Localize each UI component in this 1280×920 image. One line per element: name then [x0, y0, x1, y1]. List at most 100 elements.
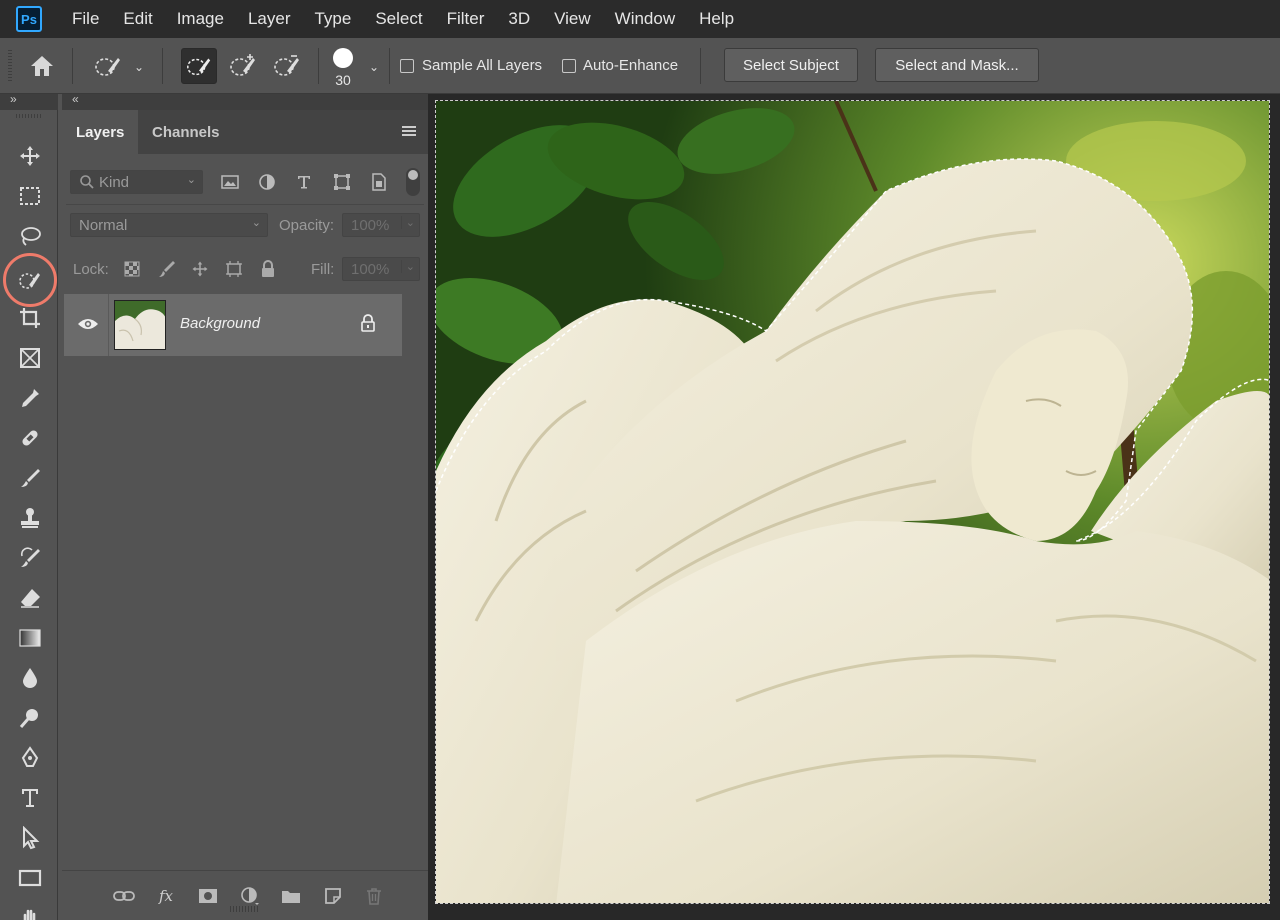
layer-row[interactable]: Background [64, 294, 402, 356]
move-icon [192, 261, 208, 277]
add-to-selection-button[interactable] [225, 48, 261, 84]
lock-artboard-button[interactable] [224, 259, 244, 279]
tab-channels[interactable]: Channels [138, 110, 234, 154]
lock-position-button[interactable] [190, 259, 210, 279]
layer-thumbnail[interactable] [114, 300, 166, 350]
collapse-panel-icon[interactable]: « [72, 92, 79, 106]
search-icon [80, 175, 94, 189]
home-icon [31, 56, 53, 76]
new-layer-button[interactable] [321, 885, 345, 907]
eraser-tool[interactable] [14, 582, 46, 614]
visibility-eye-icon[interactable] [76, 312, 100, 336]
path-selection-tool[interactable] [14, 822, 46, 854]
filter-toggle[interactable] [406, 168, 420, 196]
layer-filter-select[interactable]: Kind ⌄ [70, 170, 203, 194]
delete-layer-button[interactable] [362, 885, 386, 907]
expand-toolbar-icon[interactable]: » [10, 92, 17, 106]
hand-tool[interactable] [14, 902, 46, 920]
healing-brush-tool[interactable] [14, 422, 46, 454]
brush-tool[interactable] [14, 462, 46, 494]
clone-stamp-tool[interactable] [14, 502, 46, 534]
fill-field[interactable]: 100% ⌄ [342, 257, 420, 281]
new-group-button[interactable] [279, 885, 303, 907]
options-bar-grip[interactable] [8, 50, 12, 82]
marquee-tool[interactable] [14, 180, 46, 212]
history-brush-tool[interactable] [14, 542, 46, 574]
menu-edit[interactable]: Edit [111, 0, 164, 38]
auto-enhance-checkbox[interactable] [562, 59, 576, 73]
lock-image-pixels-button[interactable] [157, 259, 177, 279]
cursor-arrow-icon [23, 826, 40, 850]
sample-all-layers-checkbox[interactable] [400, 59, 414, 73]
menu-select[interactable]: Select [363, 0, 434, 38]
blend-mode-select[interactable]: Normal ⌄ [70, 213, 268, 237]
image-icon [221, 175, 239, 189]
dodge-tool[interactable] [14, 702, 46, 734]
crop-tool[interactable] [14, 302, 46, 334]
type-tool[interactable] [14, 782, 46, 814]
filter-type-layers-button[interactable] [294, 172, 314, 192]
mask-icon [199, 889, 217, 903]
tool-preset-picker[interactable] [90, 48, 126, 84]
quick-selection-icon [19, 273, 40, 289]
opacity-field[interactable]: 100% ⌄ [342, 213, 420, 237]
rectangle-tool[interactable] [14, 862, 46, 894]
panel-header: « [62, 92, 428, 110]
menu-image[interactable]: Image [165, 0, 236, 38]
layer-lock-icon[interactable] [360, 314, 376, 337]
blur-tool[interactable] [14, 662, 46, 694]
filter-adjustment-layers-button[interactable] [257, 172, 277, 192]
select-subject-button[interactable]: Select Subject [724, 48, 858, 82]
brush-preview[interactable] [333, 48, 353, 68]
filter-smart-objects-button[interactable] [369, 172, 389, 192]
menu-window[interactable]: Window [603, 0, 687, 38]
blend-mode-value: Normal [79, 216, 128, 234]
new-selection-button[interactable] [181, 48, 217, 84]
toolbar-grip[interactable] [16, 114, 42, 118]
auto-enhance-label: Auto-Enhance [583, 57, 679, 74]
shape-icon [334, 174, 350, 190]
subtract-from-selection-button[interactable] [269, 48, 305, 84]
link-layers-button[interactable] [112, 885, 136, 907]
lasso-tool[interactable] [14, 220, 46, 252]
menu-layer[interactable]: Layer [236, 0, 303, 38]
type-icon [298, 176, 310, 189]
new-adjustment-layer-button[interactable] [238, 885, 262, 907]
move-tool[interactable] [14, 140, 46, 172]
menu-view[interactable]: View [542, 0, 603, 38]
add-mask-button[interactable] [196, 885, 220, 907]
brush-size-value: 30 [335, 72, 351, 88]
brush-picker-chevron-icon[interactable]: ⌄ [369, 60, 379, 74]
add-layer-style-button[interactable]: fx [154, 885, 178, 907]
eyedropper-tool[interactable] [14, 382, 46, 414]
menu-filter[interactable]: Filter [435, 0, 497, 38]
lock-all-button[interactable] [258, 259, 278, 279]
menu-type[interactable]: Type [302, 0, 363, 38]
brush-icon [159, 261, 175, 277]
gradient-tool[interactable] [14, 622, 46, 654]
fx-icon: fx [158, 887, 173, 905]
layer-name[interactable]: Background [180, 315, 260, 332]
new-layer-icon [325, 888, 341, 904]
history-brush-icon [20, 547, 40, 567]
filter-pixel-layers-button[interactable] [220, 172, 240, 192]
chevron-down-icon[interactable]: ⌄ [134, 60, 144, 74]
bandage-icon [22, 430, 38, 446]
home-button[interactable] [24, 48, 60, 84]
filter-shape-layers-button[interactable] [332, 172, 352, 192]
panel-menu-icon[interactable] [402, 126, 416, 136]
menu-help[interactable]: Help [687, 0, 746, 38]
select-and-mask-button[interactable]: Select and Mask... [875, 48, 1039, 82]
menu-file[interactable]: File [60, 0, 111, 38]
panel-resize-grip[interactable] [230, 906, 260, 912]
menu-3d[interactable]: 3D [496, 0, 542, 38]
quick-selection-tool[interactable] [14, 264, 46, 296]
lock-transparent-pixels-button[interactable] [122, 259, 142, 279]
lock-icon [262, 260, 274, 277]
document-canvas[interactable] [435, 100, 1270, 904]
frame-tool[interactable] [14, 342, 46, 374]
chevron-down-icon: ⌄ [400, 216, 415, 229]
tab-layers[interactable]: Layers [62, 110, 139, 154]
toolbar [0, 110, 58, 920]
pen-tool[interactable] [14, 742, 46, 774]
